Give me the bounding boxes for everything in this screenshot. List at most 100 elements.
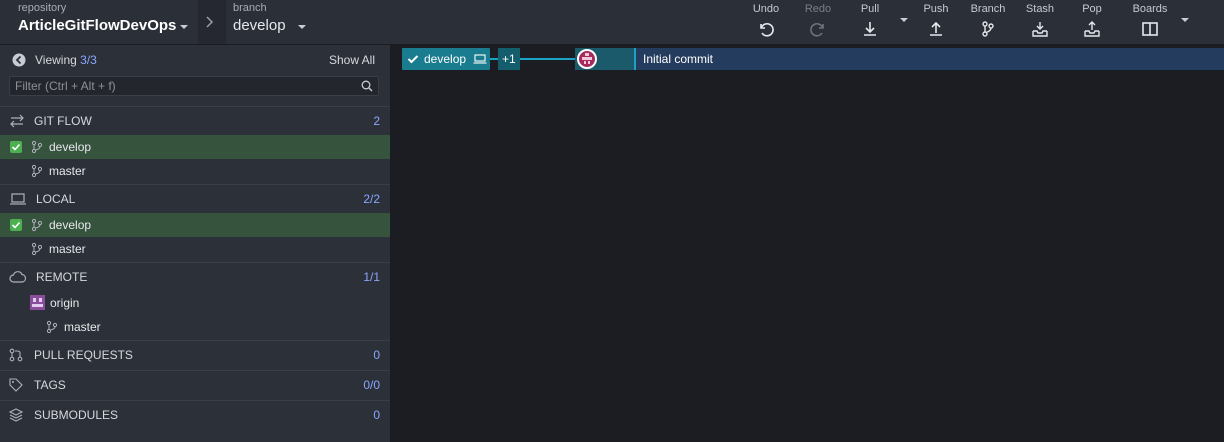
chevron-down-icon[interactable] [180,24,189,29]
section-count: 2 [373,114,380,128]
section-title: REMOTE [36,270,88,284]
section-title: TAGS [34,378,66,392]
branch-button[interactable]: Branch [968,2,1008,42]
pull-button[interactable]: Pull [850,2,890,42]
branch-name: master [64,320,101,334]
back-arrow-icon[interactable] [12,53,26,67]
section-title: SUBMODULES [34,408,119,422]
remote-origin[interactable]: origin [0,291,390,315]
section-title: PULL REQUESTS [34,348,133,362]
stash-icon [1032,22,1048,37]
ref-name: develop [424,52,467,66]
pop-icon [1084,21,1100,37]
section-tags[interactable]: TAGS 0/0 [0,370,390,399]
local-branch-develop[interactable]: develop [0,213,390,237]
section-title: GIT FLOW [34,114,92,128]
undo-icon [760,23,774,37]
redo-label: Redo [804,3,832,15]
viewing-count: 3/3 [80,53,97,67]
filter-field[interactable] [9,76,379,96]
section-git-flow[interactable]: GIT FLOW 2 [0,106,390,135]
repository-selector[interactable]: repository ArticleGitFlowDevOps [18,2,189,38]
section-count: 0/0 [363,378,380,392]
push-button[interactable]: Push [916,2,956,42]
section-title: LOCAL [36,192,76,206]
push-icon [930,21,942,36]
branch-selector[interactable]: branch develop [233,2,306,38]
layers-icon [9,408,23,422]
pull-label: Pull [860,3,880,15]
chevron-right-icon [206,16,214,28]
checkmark-icon [10,219,22,231]
branch-icon [31,242,43,256]
redo-icon [810,23,824,37]
remote-name: origin [50,296,80,310]
ahead-badge[interactable]: +1 [498,48,520,70]
section-pull-requests[interactable]: PULL REQUESTS 0 [0,340,390,369]
undo-label: Undo [752,3,780,15]
branch-icon [31,218,43,232]
repository-label: repository [18,2,67,14]
laptop-icon [10,193,26,205]
breadcrumb-separator [198,0,226,44]
branch-ref-develop[interactable]: develop [402,48,490,70]
redo-button[interactable]: Redo [798,2,838,42]
boards-button[interactable]: Boards [1128,2,1172,42]
push-label: Push [923,3,949,15]
left-panel: Viewing 3/3 Show All GIT FLOW 2 develop … [0,45,391,442]
stash-label: Stash [1025,3,1055,15]
repository-name[interactable]: ArticleGitFlowDevOps [18,17,176,34]
local-branch-master[interactable]: master [0,237,390,261]
commit-row[interactable]: Initial commit [634,48,1224,70]
branch-label: branch [233,2,267,14]
filter-input[interactable] [15,78,355,94]
boards-options-chevron-icon[interactable] [1181,18,1189,22]
pop-label: Pop [1082,3,1102,15]
branch-name: develop [49,218,92,232]
gitflow-branch-master[interactable]: master [0,159,390,183]
chevron-down-icon[interactable] [297,24,306,29]
show-all-button[interactable]: Show All [329,53,375,67]
commit-message: Initial commit [643,52,714,66]
checkmark-icon [10,141,22,153]
commit-node-avatar[interactable] [577,49,597,69]
pull-options-chevron-icon[interactable] [900,18,908,22]
viewing-label: Viewing [35,53,77,67]
toolbar: repository ArticleGitFlowDevOps branch d… [0,0,1224,45]
viewing-row: Viewing 3/3 Show All [0,45,390,75]
pull-request-icon [9,348,23,362]
boards-icon [1142,22,1158,36]
undo-button[interactable]: Undo [746,2,786,42]
section-count: 0 [373,408,380,422]
tag-icon [9,378,23,392]
commit-graph: develop +1 Initial commit [391,45,1224,442]
section-remote[interactable]: REMOTE 1/1 [0,262,390,291]
pop-button[interactable]: Pop [1072,2,1112,42]
cloud-icon [9,271,27,283]
search-icon [361,80,373,92]
git-flow-icon [10,114,24,128]
remote-avatar-icon [30,295,45,310]
section-count: 0 [373,348,380,362]
pull-icon [864,22,876,36]
section-local[interactable]: LOCAL 2/2 [0,184,390,213]
branch-name: develop [49,140,92,154]
branch-name: master [49,164,86,178]
ref-connector [490,58,498,60]
graph-connector [520,58,576,60]
stash-button[interactable]: Stash [1020,2,1060,42]
boards-label: Boards [1132,3,1168,15]
branch-icon [46,320,58,334]
branch-name[interactable]: develop [233,17,286,34]
branch-button-label: Branch [970,3,1006,15]
branch-icon [31,140,43,154]
remote-branch-master[interactable]: master [0,315,390,339]
commit-avatar-icon [582,53,592,64]
ahead-count: +1 [502,52,516,66]
gitflow-branch-develop[interactable]: develop [0,135,390,159]
commit-row-indicator [634,48,636,70]
section-submodules[interactable]: SUBMODULES 0 [0,400,390,430]
branch-icon [31,164,43,178]
laptop-icon [473,54,487,64]
branch-icon [982,21,994,37]
